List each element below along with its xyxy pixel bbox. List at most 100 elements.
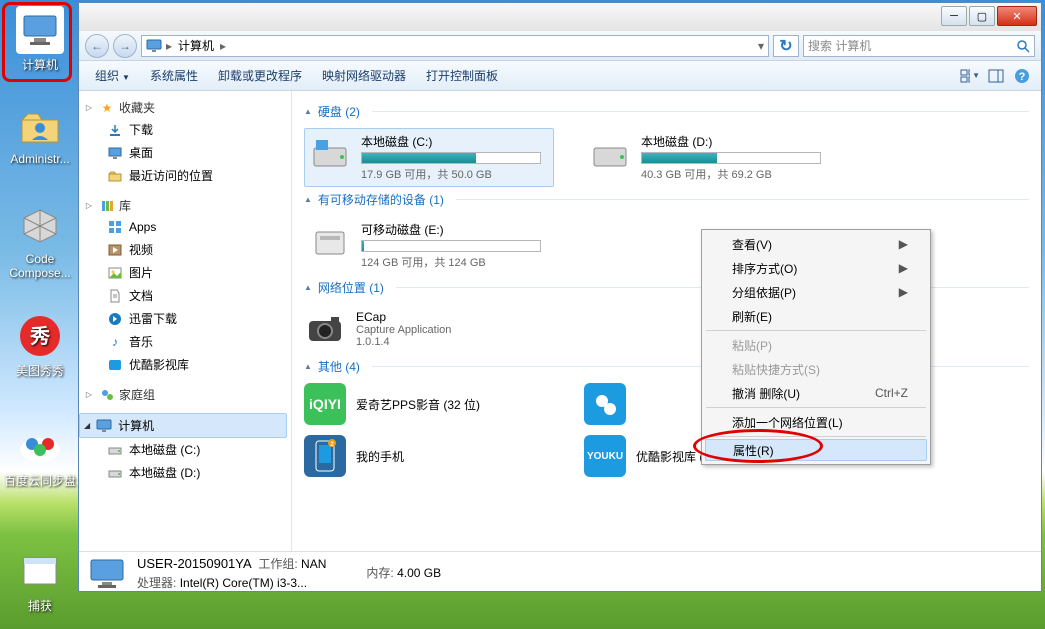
ctx-undo[interactable]: 撤消 删除(U)Ctrl+Z	[704, 381, 928, 405]
ctx-refresh[interactable]: 刷新(E)	[704, 304, 928, 328]
sidebar-group-homegroup[interactable]: ▷ 家庭组	[79, 384, 291, 405]
breadcrumb-segment[interactable]: 计算机	[176, 37, 216, 54]
other-item-phone[interactable]: 2 我的手机	[304, 435, 514, 477]
help-icon: ?	[1014, 68, 1030, 84]
camera-icon	[304, 308, 346, 350]
desktop-icon-label: 捕获	[4, 597, 76, 614]
sidebar-item-youku[interactable]: 优酷影视库	[79, 353, 291, 376]
address-input[interactable]: ▸ 计算机 ▸ ▾	[141, 35, 769, 57]
view-icon	[960, 69, 970, 83]
ctx-view[interactable]: 查看(V)▶	[704, 232, 928, 256]
youku-icon	[107, 357, 123, 373]
video-icon	[107, 242, 123, 258]
chevron-right-icon: ▸	[220, 39, 226, 53]
drive-item-d[interactable]: 本地磁盘 (D:) 40.3 GB 可用，共 69.2 GB	[584, 128, 834, 187]
sidebar-item-documents[interactable]: 文档	[79, 284, 291, 307]
desktop-icon-capture[interactable]: 捕获	[4, 545, 76, 614]
ctx-properties[interactable]: 属性(R)	[705, 439, 927, 461]
sidebar-item-drive-d[interactable]: 本地磁盘 (D:)	[79, 461, 291, 484]
desktop-icon-meitu[interactable]: 秀 美图秀秀	[4, 310, 76, 379]
item-subtitle: Capture Application	[356, 324, 451, 336]
item-name: ECap	[356, 310, 451, 324]
sidebar-item-desktop[interactable]: 桌面	[79, 141, 291, 164]
sidebar-item-computer[interactable]: ◢ 计算机	[79, 413, 287, 438]
nav-back-button[interactable]: ←	[85, 34, 109, 58]
chevron-right-icon: ▶	[899, 285, 908, 299]
sidebar-item-downloads[interactable]: 下载	[79, 118, 291, 141]
sidebar-item-xunlei[interactable]: 迅雷下载	[79, 307, 291, 330]
drive-capacity-text: 17.9 GB 可用，共 50.0 GB	[361, 166, 549, 182]
nav-forward-button[interactable]: →	[113, 34, 137, 58]
sidebar-item-pictures[interactable]: 图片	[79, 261, 291, 284]
other-item-iqiyi[interactable]: iQIYI 爱奇艺PPS影音 (32 位)	[304, 383, 514, 425]
drive-capacity-text: 124 GB 可用，共 124 GB	[361, 254, 549, 270]
section-header-removable[interactable]: ▲有可移动存储的设备 (1)	[304, 191, 1029, 208]
sidebar-group-favorites[interactable]: ▷ ★ 收藏夹	[79, 97, 291, 118]
ctx-add-network-location[interactable]: 添加一个网络位置(L)	[704, 410, 928, 434]
drive-name: 本地磁盘 (D:)	[641, 133, 829, 150]
toolbar-uninstall[interactable]: 卸载或更改程序	[210, 63, 310, 88]
baidu-cloud-icon	[16, 422, 64, 470]
search-placeholder: 搜索 计算机	[808, 37, 871, 54]
computer-icon	[87, 556, 127, 590]
desktop-icon-baidu-cloud[interactable]: 百度云同步盘	[4, 420, 76, 489]
refresh-button[interactable]: ↻	[773, 35, 799, 57]
desktop-icon-computer[interactable]: 计算机	[4, 4, 76, 73]
star-icon: ★	[99, 100, 115, 116]
dropdown-icon[interactable]: ▾	[758, 39, 764, 53]
help-button[interactable]: ?	[1011, 65, 1033, 87]
minimize-button[interactable]: ─	[941, 6, 967, 26]
music-icon: ♪	[107, 334, 123, 350]
ctx-sort[interactable]: 排序方式(O)▶	[704, 256, 928, 280]
toolbar-system-properties[interactable]: 系统属性	[142, 63, 206, 88]
folder-icon	[107, 168, 123, 184]
drive-item-e[interactable]: 可移动磁盘 (E:) 124 GB 可用，共 124 GB	[304, 216, 554, 275]
sidebar-item-recent[interactable]: 最近访问的位置	[79, 164, 291, 187]
youku-icon: YOUKU	[584, 435, 626, 477]
chevron-right-icon: ▶	[899, 237, 908, 251]
pane-icon	[988, 69, 1004, 83]
drive-capacity-text: 40.3 GB 可用，共 69.2 GB	[641, 166, 829, 182]
desktop-icon-label: 美图秀秀	[4, 362, 76, 379]
ctx-paste-shortcut: 粘贴快捷方式(S)	[704, 357, 928, 381]
library-icon	[99, 198, 115, 214]
sidebar-item-music[interactable]: ♪音乐	[79, 330, 291, 353]
capacity-bar	[641, 152, 821, 164]
maximize-button[interactable]: ▢	[969, 6, 995, 26]
removable-drive-icon	[309, 221, 351, 263]
details-pane: USER-20150901YA 工作组: NAN 处理器: Intel(R) C…	[79, 551, 1041, 593]
computer-icon	[146, 38, 162, 54]
sidebar-item-drive-c[interactable]: 本地磁盘 (C:)	[79, 438, 291, 461]
view-options-button[interactable]: ▼	[959, 65, 981, 87]
drive-name: 本地磁盘 (C:)	[361, 133, 549, 150]
desktop-icon-code-composer[interactable]: Code Compose...	[4, 200, 76, 280]
section-header-disks[interactable]: ▲硬盘 (2)	[304, 103, 1029, 120]
toolbar-control-panel[interactable]: 打开控制面板	[418, 63, 506, 88]
xunlei-icon	[107, 311, 123, 327]
computer-icon	[16, 6, 64, 54]
desktop-icon-label: 百度云同步盘	[4, 472, 76, 489]
download-icon	[107, 122, 123, 138]
search-input[interactable]: 搜索 计算机	[803, 35, 1035, 57]
apps-icon	[107, 219, 123, 235]
toolbar-organize[interactable]: 组织▼	[87, 63, 138, 88]
desktop-icon-label: Code Compose...	[4, 252, 76, 280]
drive-icon	[107, 465, 123, 481]
desktop-icon-label: 计算机	[4, 56, 76, 73]
ctx-group[interactable]: 分组依据(P)▶	[704, 280, 928, 304]
drive-item-c[interactable]: 本地磁盘 (C:) 17.9 GB 可用，共 50.0 GB	[304, 128, 554, 187]
sidebar-item-apps[interactable]: Apps	[79, 216, 291, 238]
sidebar-group-libraries[interactable]: ▷ 库	[79, 195, 291, 216]
app-icon	[584, 383, 626, 425]
svg-text:?: ?	[1019, 71, 1026, 83]
cube-icon	[16, 202, 64, 250]
sidebar-item-videos[interactable]: 视频	[79, 238, 291, 261]
desktop-icon	[107, 145, 123, 161]
preview-pane-button[interactable]	[985, 65, 1007, 87]
desktop-icon-administrator[interactable]: Administr...	[4, 100, 76, 166]
hdd-icon	[589, 133, 631, 175]
toolbar-map-drive[interactable]: 映射网络驱动器	[314, 63, 414, 88]
close-button[interactable]: ✕	[997, 6, 1037, 26]
refresh-icon: ↻	[779, 36, 792, 56]
chevron-right-icon: ▶	[899, 261, 908, 275]
